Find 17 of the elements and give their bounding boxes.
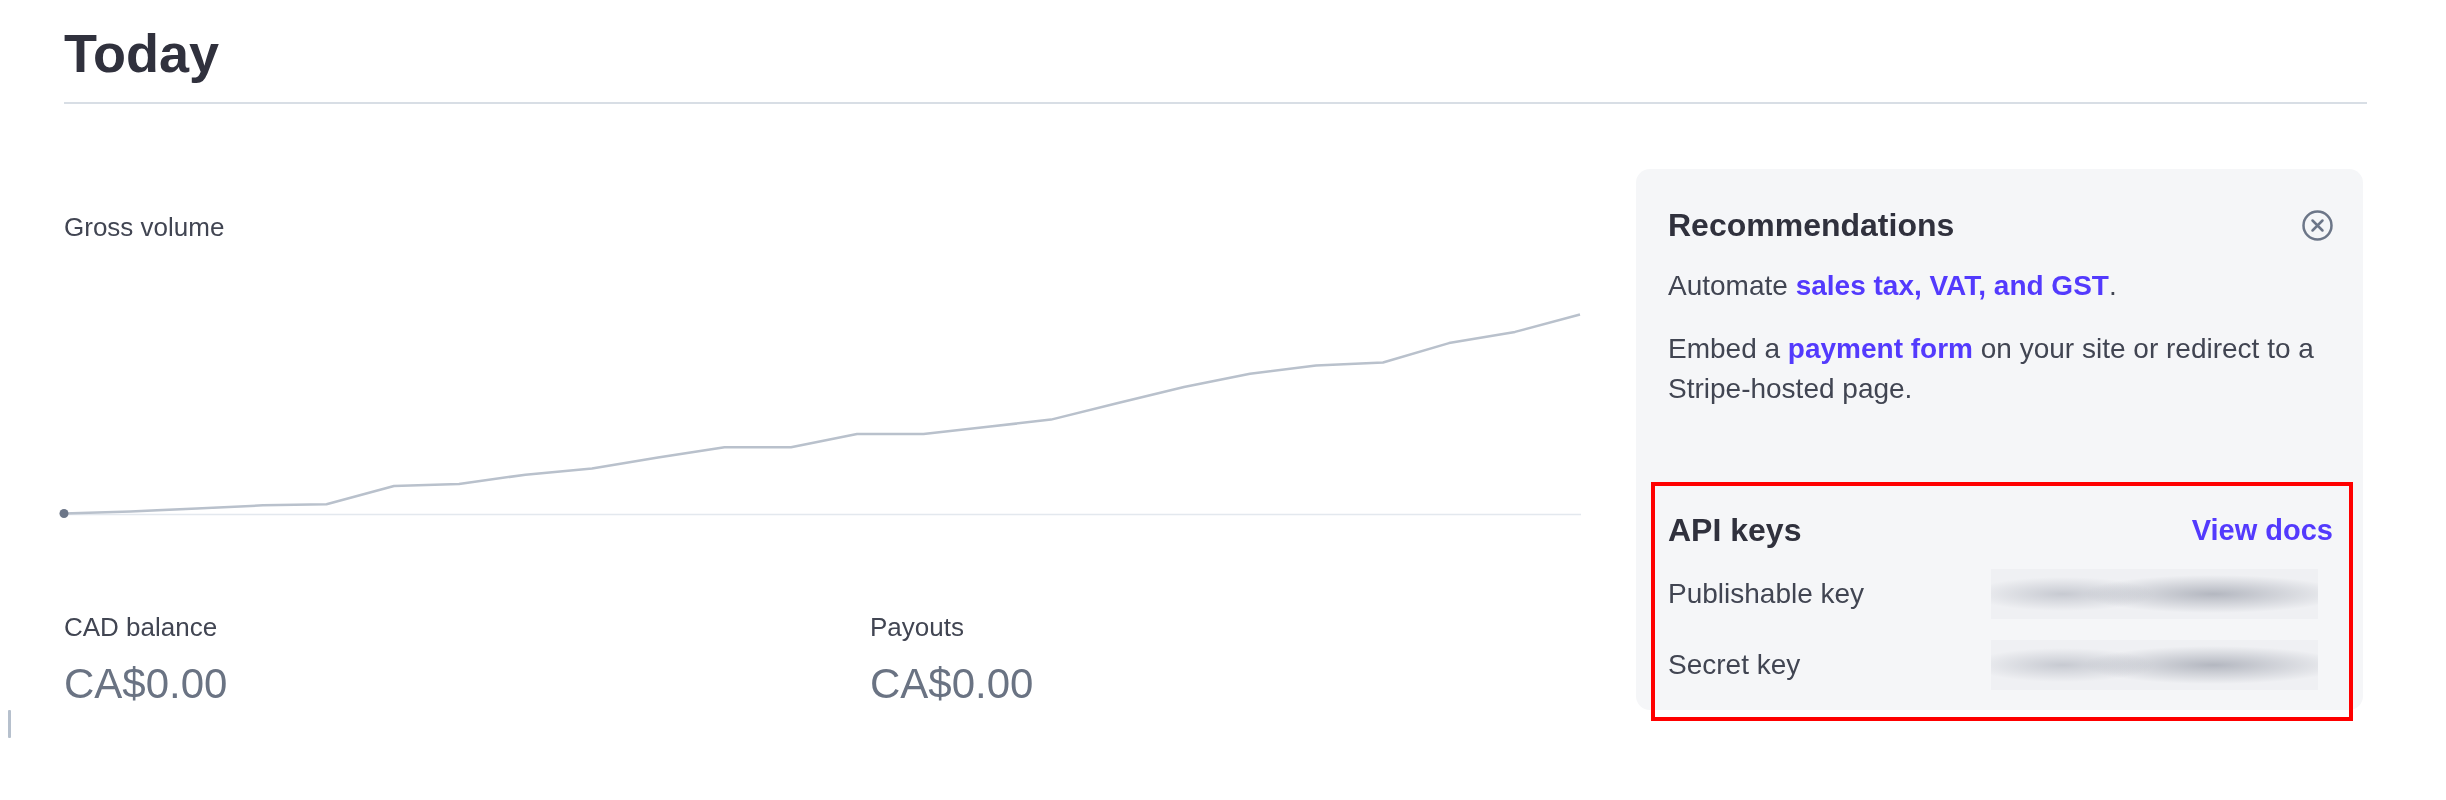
balance-label: Payouts [870,612,964,644]
close-button[interactable] [2302,209,2333,241]
key-label: Publishable key [1668,576,1865,611]
section-title: API keys [1668,511,1802,550]
recommendation-text: Automate sales tax, VAT, and GST. [1668,269,2118,304]
balance-amount: CA$0.00 [64,659,228,710]
recommendation-link[interactable]: sales tax, VAT, and GST [1795,270,2109,302]
balance-amount: CA$0.00 [870,659,1034,710]
recommendation-text: Embed a payment form on your site or redirect to a Stripe-hosted page. [1668,332,2315,407]
panel-title: Recommendations [1668,206,1955,245]
recommendation-link[interactable]: payment form [1787,333,1973,365]
balance-label: CAD balance [64,612,218,644]
key-label: Secret key [1668,647,1801,682]
close-icon [2302,209,2333,241]
chart-title: Gross volume [64,212,225,244]
vertical-bar-icon [8,709,11,738]
view-docs-link[interactable]: View docs [2191,513,2333,548]
